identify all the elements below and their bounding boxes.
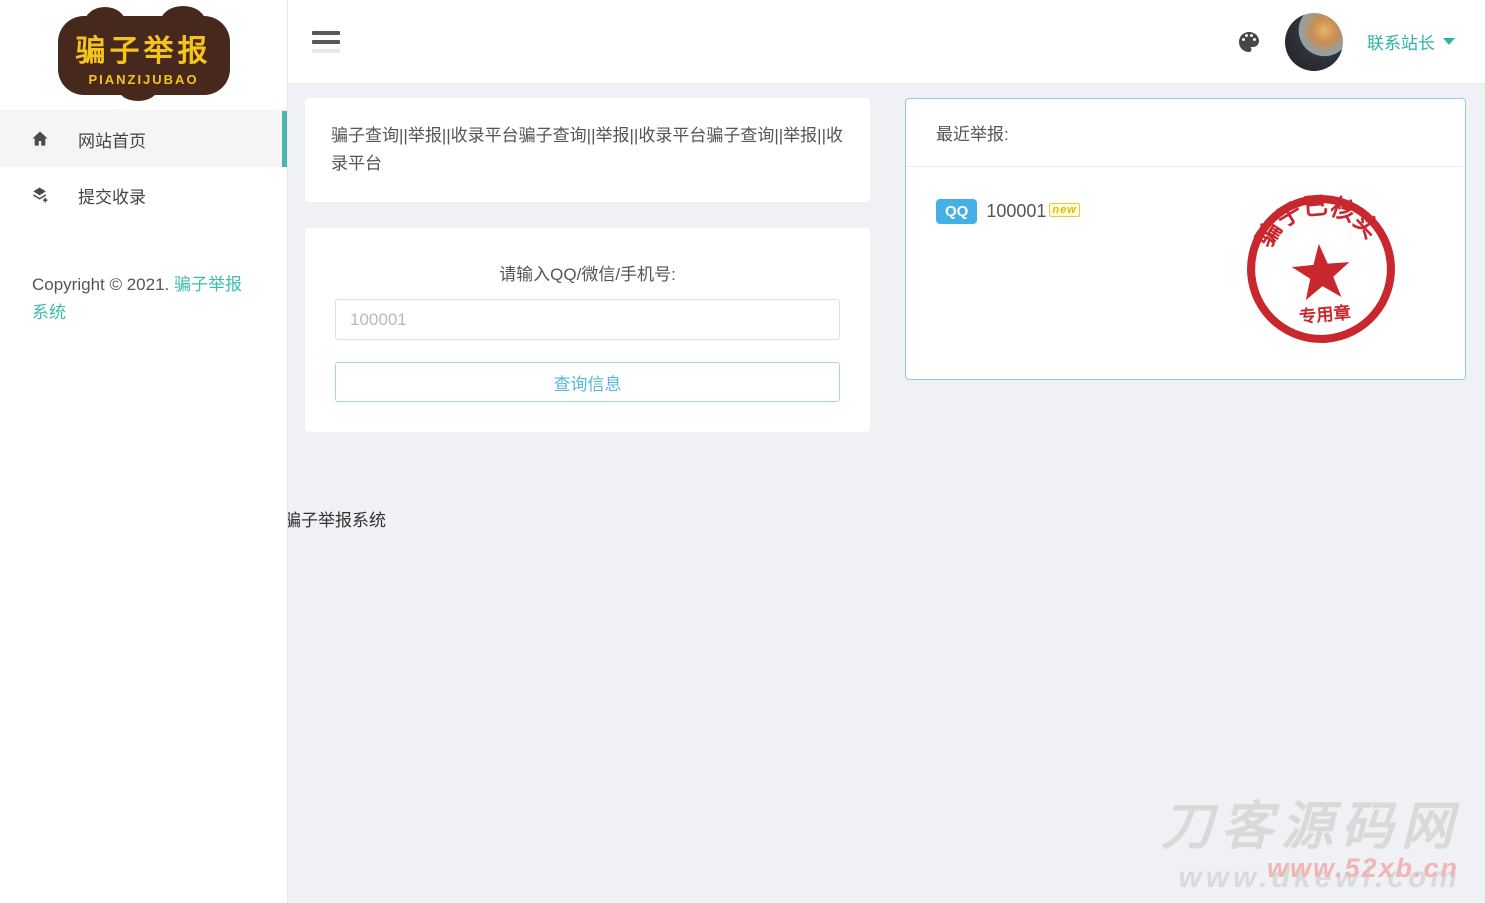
search-label: 请输入QQ/微信/手机号: bbox=[499, 265, 676, 284]
watermark-url-primary: www.dkewl.com bbox=[1178, 861, 1461, 894]
footer-site-name: 骗子举报系统 bbox=[284, 511, 386, 530]
svg-text:骗子已核实: 骗子已核实 bbox=[1248, 188, 1387, 254]
right-column: 最近举报: QQ 100001 new 骗子已核实 专用章 bbox=[905, 98, 1466, 380]
stamp-star-icon bbox=[1291, 243, 1350, 301]
search-input[interactable] bbox=[335, 299, 840, 340]
avatar[interactable] bbox=[1285, 12, 1343, 71]
new-badge-icon: new bbox=[1049, 203, 1080, 217]
topbar: 联系站长 bbox=[288, 0, 1485, 83]
recent-reports-body: QQ 100001 new 骗子已核实 专用章 bbox=[906, 167, 1465, 379]
intro-text: 骗子查询||举报||收录平台骗子查询||举报||收录平台骗子查询||举报||收录… bbox=[331, 126, 843, 173]
verified-stamp: 骗子已核实 专用章 bbox=[1239, 187, 1404, 352]
sidebar: 骗子举报 PIANZIJUBAO 网站首页 提交收录 Copyright © 2… bbox=[0, 0, 288, 903]
logo-area: 骗子举报 PIANZIJUBAO bbox=[0, 0, 287, 110]
topbar-right: 联系站长 bbox=[1237, 12, 1455, 71]
report-number: 100001 bbox=[986, 201, 1047, 221]
intro-card: 骗子查询||举报||收录平台骗子查询||举报||收录平台骗子查询||举报||收录… bbox=[305, 98, 870, 202]
home-icon bbox=[30, 129, 50, 149]
theme-palette-button[interactable] bbox=[1237, 30, 1261, 54]
app-root: 骗子举报 PIANZIJUBAO 网站首页 提交收录 Copyright © 2… bbox=[0, 0, 1485, 903]
content-area: 骗子查询||举报||收录平台骗子查询||举报||收录平台骗子查询||举报||收录… bbox=[284, 83, 1485, 903]
watermark-urls: www.dkewl.com www.52xb.cn bbox=[1161, 853, 1461, 897]
watermark-title: 刀客源码网 bbox=[1160, 798, 1461, 856]
chevron-down-icon bbox=[1443, 38, 1455, 45]
palette-icon bbox=[1239, 31, 1259, 52]
submit-layers-icon bbox=[30, 185, 50, 205]
sidebar-item-submit[interactable]: 提交收录 bbox=[0, 167, 287, 223]
copyright-text: Copyright © 2021. bbox=[32, 275, 170, 294]
watermark: 刀客源码网 www.dkewl.com www.52xb.cn bbox=[1161, 784, 1461, 897]
copyright: Copyright © 2021. 骗子举报系统 bbox=[0, 271, 287, 327]
sidebar-item-home[interactable]: 网站首页 bbox=[0, 111, 287, 167]
logo-subtitle: PIANZIJUBAO bbox=[88, 71, 199, 87]
menu-toggle-button[interactable] bbox=[312, 30, 340, 53]
qq-type-badge[interactable]: QQ bbox=[936, 199, 978, 224]
sidebar-item-label: 提交收录 bbox=[78, 187, 146, 207]
recent-reports-title: 最近举报: bbox=[906, 99, 1465, 167]
stamp-arc-text: 骗子已核实 bbox=[1248, 188, 1387, 254]
watermark-url-secondary: www.52xb.cn bbox=[1266, 853, 1459, 883]
contact-admin-label: 联系站长 bbox=[1367, 34, 1435, 53]
logo-title: 骗子举报 bbox=[75, 34, 212, 68]
sidebar-item-label: 网站首页 bbox=[78, 131, 146, 151]
contact-admin-dropdown[interactable]: 联系站长 bbox=[1367, 29, 1455, 54]
site-logo[interactable]: 骗子举报 PIANZIJUBAO bbox=[57, 5, 230, 101]
stamp-bottom-text: 专用章 bbox=[1298, 302, 1351, 326]
recent-reports-card: 最近举报: QQ 100001 new 骗子已核实 专用章 bbox=[905, 98, 1466, 380]
search-button[interactable]: 查询信息 bbox=[335, 362, 840, 402]
left-column: 骗子查询||举报||收录平台骗子查询||举报||收录平台骗子查询||举报||收录… bbox=[284, 98, 870, 530]
main-column: 联系站长 骗子查询||举报||收录平台骗子查询||举报||收录平台骗子查询||举… bbox=[284, 0, 1485, 903]
report-item[interactable]: QQ 100001 new bbox=[936, 199, 1080, 224]
search-card: 请输入QQ/微信/手机号: 查询信息 bbox=[305, 228, 870, 432]
sidebar-nav: 网站首页 提交收录 bbox=[0, 110, 287, 223]
